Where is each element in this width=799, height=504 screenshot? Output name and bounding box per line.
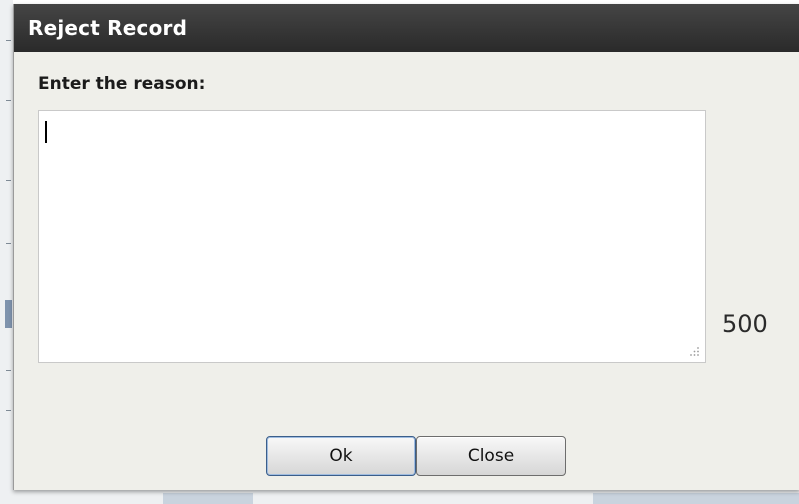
background-segment xyxy=(593,493,799,504)
dialog-titlebar[interactable]: Reject Record xyxy=(14,4,799,52)
background-segment xyxy=(163,493,253,504)
background-highlight xyxy=(5,300,12,328)
resize-grip-icon[interactable] xyxy=(688,345,700,357)
reject-record-dialog: Reject Record Enter the reason: 500 Ok C… xyxy=(13,4,799,490)
remaining-character-count: 500 xyxy=(722,310,768,338)
background-bottom-edge xyxy=(13,490,799,504)
background-tick xyxy=(6,100,11,101)
background-tick xyxy=(6,370,11,371)
background-tick xyxy=(6,180,11,181)
background-tick xyxy=(6,40,11,41)
background-tick xyxy=(6,243,11,244)
close-button[interactable]: Close xyxy=(416,436,566,476)
background-tick xyxy=(6,410,11,411)
background-left-edge xyxy=(0,0,13,504)
reason-textarea[interactable] xyxy=(39,111,705,362)
reason-textarea-container[interactable] xyxy=(38,110,706,363)
reason-label: Enter the reason: xyxy=(38,74,206,94)
ok-button[interactable]: Ok xyxy=(266,436,416,476)
dialog-title: Reject Record xyxy=(28,16,188,40)
text-caret xyxy=(45,121,47,143)
